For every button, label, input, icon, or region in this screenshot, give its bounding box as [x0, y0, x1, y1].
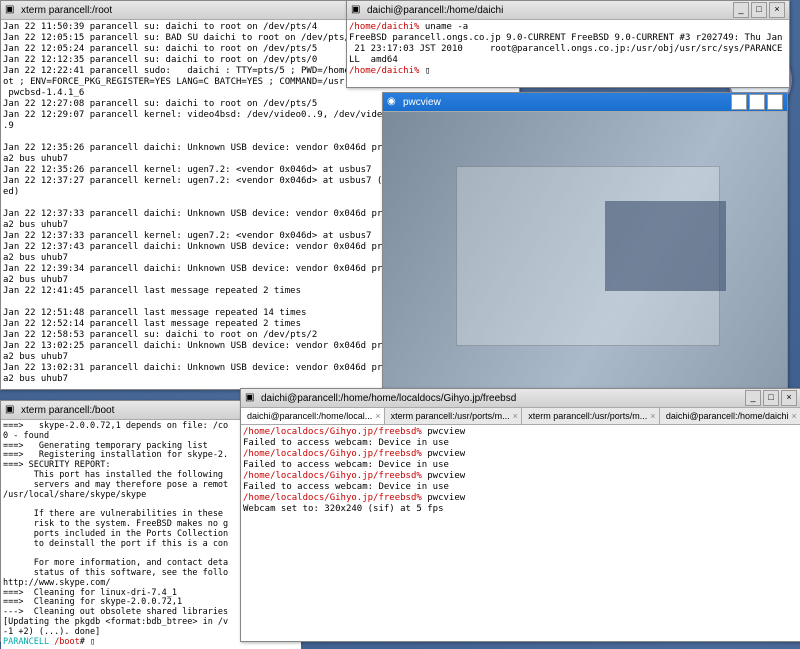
- tab-label: xterm parancell:/usr/ports/m...: [391, 411, 510, 421]
- terminal-tab[interactable]: xterm parancell:/usr/ports/m...×: [522, 408, 660, 424]
- minimize-button[interactable]: _: [731, 94, 747, 110]
- maximize-button[interactable]: □: [751, 2, 767, 18]
- window-title: xterm parancell:/boot: [21, 405, 245, 416]
- titlebar[interactable]: ▣ daichi@parancell:/home/home/localdocs/…: [241, 389, 800, 408]
- tab-close-icon[interactable]: ×: [792, 411, 797, 421]
- terminal-tab[interactable]: xterm parancell:/usr/ports/m...×: [385, 408, 523, 424]
- close-button[interactable]: ×: [781, 390, 797, 406]
- window-pwcview[interactable]: ◉ pwcview _ □ ×: [382, 92, 788, 410]
- terminal-output[interactable]: /home/daichi% uname -a FreeBSD parancell…: [347, 20, 789, 79]
- webcam-preview: [383, 112, 787, 410]
- terminal-icon: ▣: [351, 4, 363, 16]
- terminal-tab[interactable]: daichi@parancell:/home/daichi×: [660, 408, 800, 424]
- tab-close-icon[interactable]: ×: [375, 411, 380, 421]
- terminal-icon: ▣: [5, 4, 17, 16]
- window-term-daichi[interactable]: ▣ daichi@parancell:/home/daichi _ □ × /h…: [346, 0, 790, 88]
- tab-label: xterm parancell:/usr/ports/m...: [528, 411, 647, 421]
- terminal-icon: ▣: [245, 392, 257, 404]
- tab-bar: daichi@parancell:/home/local...×xterm pa…: [241, 408, 800, 425]
- titlebar[interactable]: ▣ daichi@parancell:/home/daichi _ □ ×: [347, 1, 789, 20]
- close-button[interactable]: ×: [769, 2, 785, 18]
- tab-close-icon[interactable]: ×: [513, 411, 518, 421]
- terminal-output[interactable]: /home/localdocs/Gihyo.jp/freebsd% pwcvie…: [241, 425, 800, 517]
- maximize-button[interactable]: □: [749, 94, 765, 110]
- window-title: daichi@parancell:/home/home/localdocs/Gi…: [261, 393, 745, 404]
- close-button[interactable]: ×: [767, 94, 783, 110]
- terminal-icon: ▣: [5, 404, 17, 416]
- maximize-button[interactable]: □: [763, 390, 779, 406]
- minimize-button[interactable]: _: [745, 390, 761, 406]
- tab-close-icon[interactable]: ×: [650, 411, 655, 421]
- camera-icon: ◉: [387, 96, 399, 108]
- window-tabbed-terminal[interactable]: ▣ daichi@parancell:/home/home/localdocs/…: [240, 388, 800, 642]
- window-title: pwcview: [403, 97, 731, 108]
- minimize-button[interactable]: _: [733, 2, 749, 18]
- terminal-tab[interactable]: daichi@parancell:/home/local...×: [241, 408, 385, 424]
- tab-label: daichi@parancell:/home/daichi: [666, 411, 789, 421]
- tab-label: daichi@parancell:/home/local...: [247, 411, 372, 421]
- window-title: daichi@parancell:/home/daichi: [367, 5, 733, 16]
- titlebar[interactable]: ◉ pwcview _ □ ×: [383, 93, 787, 112]
